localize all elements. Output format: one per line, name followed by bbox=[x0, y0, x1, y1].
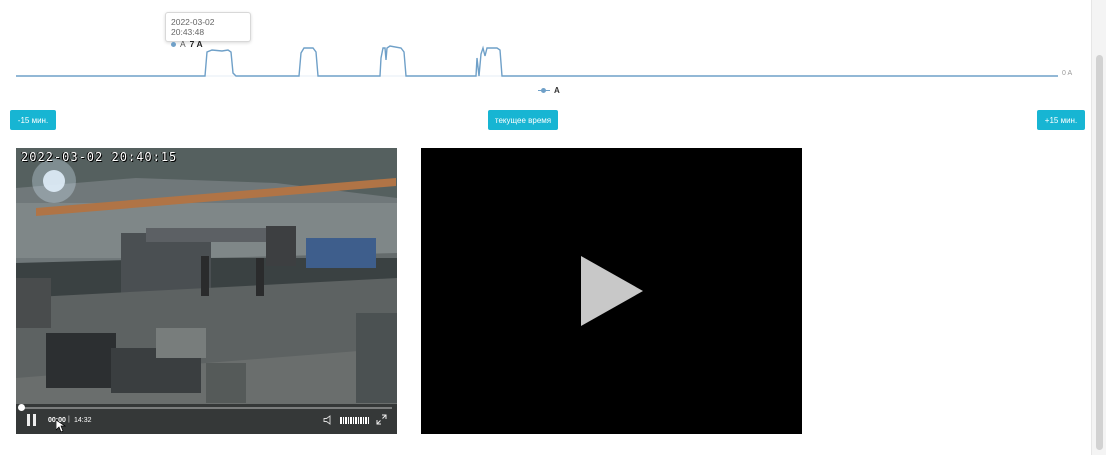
tooltip-value: 7 A bbox=[189, 39, 203, 49]
video-progress-bar[interactable] bbox=[18, 404, 392, 411]
mouse-cursor-icon bbox=[56, 420, 66, 432]
tooltip-series: A bbox=[180, 39, 186, 49]
tooltip-dot-icon bbox=[171, 41, 176, 47]
plus-15-min-button[interactable]: +15 мин. bbox=[1037, 110, 1085, 130]
total-time: 14:32 bbox=[74, 417, 92, 424]
play-icon[interactable] bbox=[581, 256, 643, 326]
chart-legend[interactable]: A bbox=[538, 86, 560, 95]
volume-icon[interactable] bbox=[323, 415, 333, 425]
scrollbar-thumb[interactable] bbox=[1096, 55, 1103, 450]
current-chart: 0 A A 2022-03-02 20:43:48 A 7 A bbox=[0, 0, 1090, 105]
chart-tooltip: 2022-03-02 20:43:48 A 7 A bbox=[165, 12, 251, 49]
volume-slider[interactable] bbox=[340, 417, 369, 424]
video-progress-knob[interactable] bbox=[18, 404, 25, 411]
camera-frame bbox=[16, 148, 397, 434]
tooltip-time: 2022-03-02 20:43:48 bbox=[171, 17, 215, 37]
video-player-2[interactable] bbox=[421, 148, 802, 434]
legend-label: A bbox=[554, 86, 560, 95]
pause-icon[interactable] bbox=[26, 414, 38, 426]
camera-timestamp: 2022-03-02 20:40:15 bbox=[21, 150, 178, 164]
video-controls: 00:00 | 14:32 bbox=[16, 404, 397, 434]
minus-15-min-button[interactable]: -15 мин. bbox=[10, 110, 56, 130]
time-separator: | bbox=[68, 416, 70, 423]
y-axis-label: 0 A bbox=[1062, 70, 1073, 77]
fullscreen-icon[interactable] bbox=[376, 414, 387, 425]
video-player-1[interactable]: 2022-03-02 20:40:15 00:00 | 14:32 bbox=[16, 148, 397, 434]
current-time-button[interactable]: текущее время bbox=[488, 110, 558, 130]
legend-marker-icon bbox=[538, 87, 550, 95]
series-line-A bbox=[16, 45, 1058, 77]
scrollbar[interactable] bbox=[1091, 0, 1106, 455]
